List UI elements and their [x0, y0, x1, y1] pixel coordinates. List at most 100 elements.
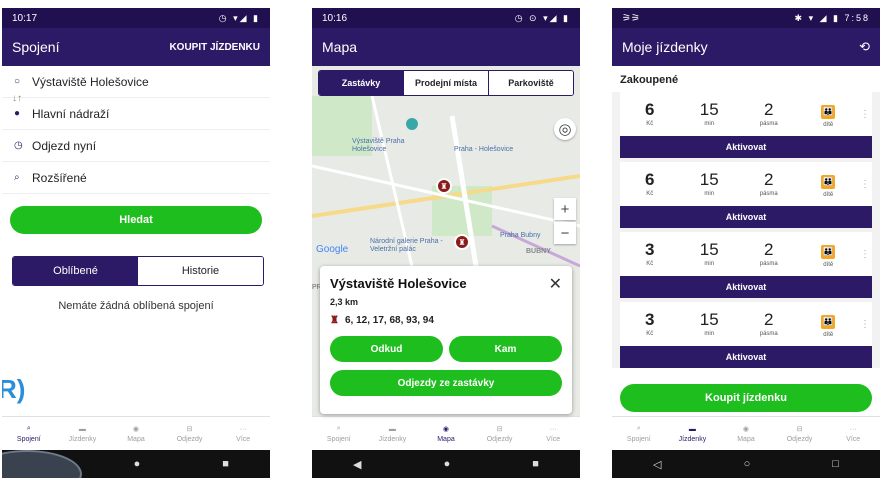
status-time: 10:17	[12, 12, 38, 24]
activate-button[interactable]: Aktivovat	[620, 206, 872, 228]
tram-stop-pin[interactable]: ♜	[436, 178, 452, 194]
stop-name: Výstaviště Holešovice	[330, 276, 467, 291]
tram-stop-pin[interactable]: ♜	[454, 234, 470, 250]
nav-label: Spojení	[16, 436, 41, 443]
buy-ticket-action[interactable]: KOUPIT JÍZDENKU	[169, 42, 260, 53]
nav-label: Více	[846, 436, 861, 443]
back-icon[interactable]: ◁	[653, 458, 661, 471]
more-icon: ···	[849, 425, 857, 433]
zones-unit: pásma	[759, 121, 778, 127]
nav-label: Jízdenky	[378, 436, 407, 443]
to-button[interactable]: Kam	[449, 336, 562, 362]
ticket-info[interactable]: 3 Kč 15 min 2 pásma 👪 dítě ⋮	[620, 302, 872, 346]
buy-ticket-button[interactable]: Koupit jízdenku	[620, 384, 872, 412]
nav-item-departures[interactable]: ⊟ Odjezdy	[163, 417, 217, 450]
more-options-icon[interactable]: ⋮	[858, 179, 872, 190]
nav-label: Spojení	[326, 436, 351, 443]
ticket-zones: 2 pásma	[739, 241, 799, 267]
stop-detail-card: Výstaviště Holešovice ✕ 2,3 km ♜ 6, 12, …	[320, 266, 572, 414]
nav-item-tickets[interactable]: ▬ Jízdenky	[56, 417, 110, 450]
nav-label: Spojení	[626, 436, 651, 443]
nav-item-departures[interactable]: ⊟ Odjezdy	[773, 417, 827, 450]
page-title: Mapa	[322, 39, 358, 55]
map-label: Výstaviště Praha Holešovice	[352, 138, 405, 154]
bottom-nav: ⌕ Spojení ▬ Jízdenky ◉ Mapa ⊟ Odjezdy ··…	[2, 416, 270, 450]
from-button[interactable]: Odkud	[330, 336, 443, 362]
tab-parking[interactable]: Parkoviště	[488, 71, 573, 95]
status-bar: 10:17 ◷ ▾◢ ▮	[2, 8, 270, 28]
bus-icon: ⊟	[186, 426, 193, 433]
stop-distance: 2,3 km	[330, 297, 359, 307]
home-icon[interactable]: ●	[134, 458, 141, 470]
nav-item-connections[interactable]: ⌕ Spojení	[612, 417, 666, 450]
price-unit: Kč	[646, 191, 654, 197]
swap-icon[interactable]: ↓↑	[12, 93, 22, 104]
nav-item-map[interactable]: ◉ Mapa	[109, 417, 163, 450]
card-buttons: Odkud Kam	[330, 336, 562, 362]
departure-time-field[interactable]: ◷ Odjezd nyní	[2, 130, 270, 162]
ticket-info[interactable]: 3 Kč 15 min 2 pásma 👪 dítě ⋮	[620, 232, 872, 276]
to-stop-field[interactable]: ● Hlavní nádraží	[2, 98, 270, 130]
nav-item-connections[interactable]: ⌕ Spojení	[2, 417, 56, 450]
minutes-unit: min	[704, 331, 715, 337]
my-location-icon[interactable]: ◎	[554, 118, 576, 140]
nav-label: Mapa	[437, 436, 455, 443]
zoom-out-button[interactable]: −	[554, 222, 576, 244]
app-bar: Mapa	[312, 28, 580, 66]
departures-button[interactable]: Odjezdy ze zastávky	[330, 370, 562, 396]
tab-sale-points[interactable]: Prodejní místa	[403, 71, 488, 95]
recents-icon[interactable]: ■	[532, 458, 539, 470]
nav-item-map[interactable]: ◉ Mapa	[419, 417, 473, 450]
more-options-icon[interactable]: ⋮	[858, 249, 872, 260]
home-icon[interactable]: ●	[444, 458, 451, 470]
tram-icon: ♜	[330, 315, 339, 326]
bus-icon: ⊟	[796, 426, 803, 433]
back-icon[interactable]: ◀	[353, 458, 361, 471]
search-icon: ⌕	[336, 425, 341, 432]
nav-item-tickets[interactable]: ▬ Jízdenky	[366, 417, 420, 450]
origin-dot-icon: ○	[14, 76, 21, 87]
activate-button[interactable]: Aktivovat	[620, 346, 872, 368]
search-icon: ⌕	[636, 425, 641, 432]
more-options-icon[interactable]: ⋮	[858, 109, 872, 120]
price-value: 6	[645, 100, 655, 119]
recents-icon[interactable]: ■	[222, 458, 229, 470]
ticket-icon: ▬	[688, 425, 696, 433]
tickets-screen: ⚞⚞ ✱ ▾ ◢ ▮ 7:58 Moje jízdenky ⟲ Zakoupen…	[612, 8, 880, 478]
nav-item-more[interactable]: ··· Více	[216, 417, 270, 450]
nav-item-departures[interactable]: ⊟ Odjezdy	[473, 417, 527, 450]
status-icons: ◷ ▾◢ ▮	[218, 12, 260, 23]
advanced-options[interactable]: ⌕ Rozšířené	[2, 162, 270, 194]
minutes-value: 15	[699, 310, 719, 329]
history-icon[interactable]: ⟲	[859, 39, 870, 55]
ticket-info[interactable]: 6 Kč 15 min 2 pásma 👪 dítě ⋮	[620, 162, 872, 206]
recents-icon[interactable]: □	[832, 458, 839, 470]
nav-label: Více	[236, 436, 251, 443]
tab-stops[interactable]: Zastávky	[319, 71, 403, 95]
tab-favorites[interactable]: Oblíbené	[13, 257, 138, 285]
nav-item-tickets[interactable]: ▬ Jízdenky	[666, 417, 720, 450]
android-nav-bar: ◁ ○ □	[612, 450, 880, 478]
search-button[interactable]: Hledat	[10, 206, 262, 234]
favorites-history-tabs: Oblíbené Historie	[12, 256, 264, 286]
nav-item-more[interactable]: ··· Více	[526, 417, 580, 450]
from-stop-field[interactable]: ○ Výstaviště Holešovice	[2, 66, 270, 98]
activate-button[interactable]: Aktivovat	[620, 276, 872, 298]
price-value: 3	[645, 240, 655, 259]
activate-button[interactable]: Aktivovat	[620, 136, 872, 158]
more-options-icon[interactable]: ⋮	[858, 319, 872, 330]
tab-history[interactable]: Historie	[138, 257, 263, 285]
status-bar: 10:16 ◷ ⊙ ▾◢ ▮	[312, 8, 580, 28]
nav-label: Více	[546, 436, 561, 443]
price-unit: Kč	[646, 261, 654, 267]
map-filter-tabs: Zastávky Prodejní místa Parkoviště	[318, 70, 574, 96]
nav-item-map[interactable]: ◉ Mapa	[719, 417, 773, 450]
nav-item-more[interactable]: ··· Více	[826, 417, 880, 450]
nav-item-connections[interactable]: ⌕ Spojení	[312, 417, 366, 450]
nav-label: Odjezdy	[486, 436, 513, 443]
close-icon[interactable]: ✕	[549, 274, 562, 294]
zoom-in-button[interactable]: +	[554, 198, 576, 220]
ticket-info[interactable]: 6 Kč 15 min 2 pásma 👪 dítě ⋮	[620, 92, 872, 136]
app-bar: Moje jízdenky ⟲	[612, 28, 880, 66]
home-icon[interactable]: ○	[744, 458, 751, 470]
